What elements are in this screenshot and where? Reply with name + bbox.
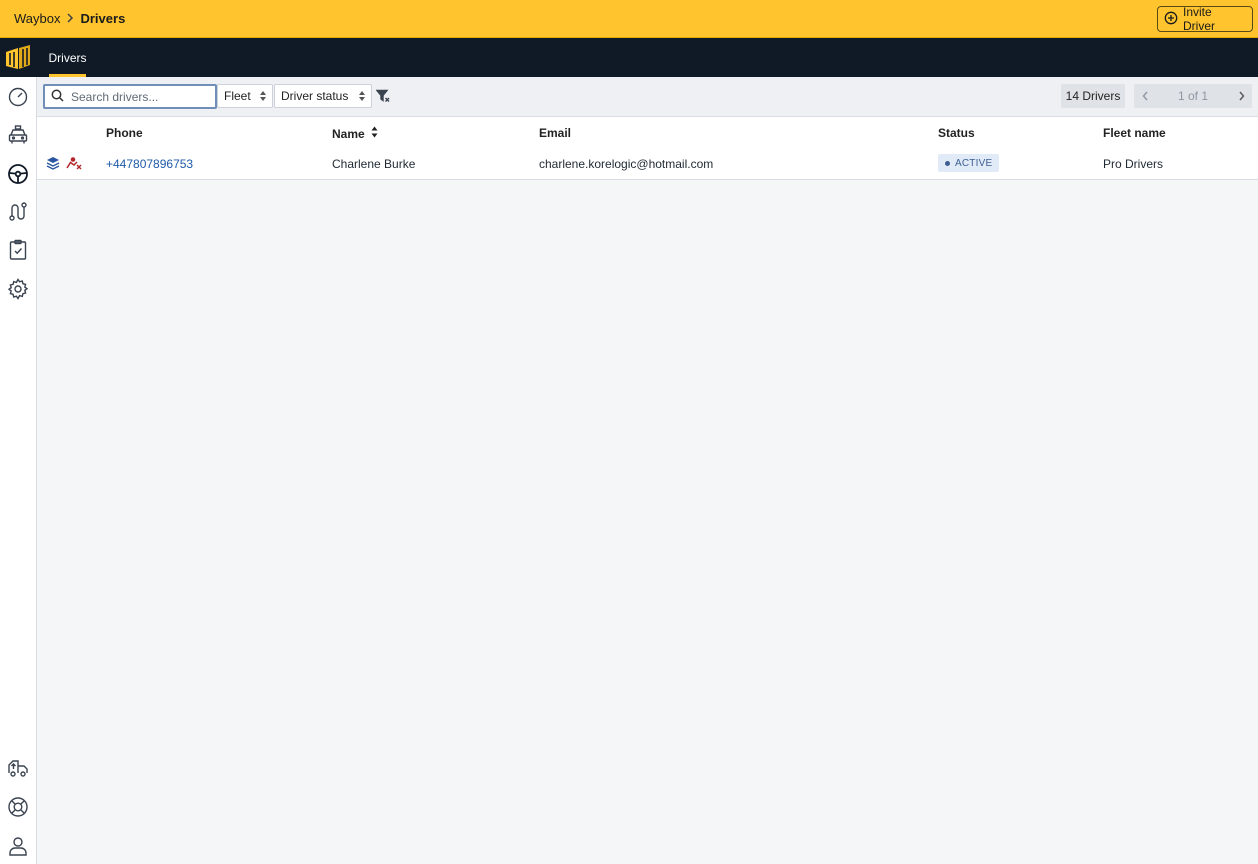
taxi-icon[interactable]: [6, 123, 30, 147]
status-label: ACTIVE: [955, 157, 993, 169]
nav-bar: Drivers: [0, 38, 1258, 77]
column-header-phone: Phone: [106, 126, 143, 140]
column-header-email: Email: [539, 126, 572, 140]
plus-circle-icon: [1164, 11, 1178, 28]
tab-drivers[interactable]: Drivers: [49, 38, 87, 77]
column-header-name[interactable]: Name: [332, 126, 378, 141]
sort-icon[interactable]: [371, 126, 378, 141]
truck-upload-icon[interactable]: [6, 756, 30, 780]
steering-wheel-icon[interactable]: [6, 162, 30, 186]
chevron-right-icon: [66, 12, 74, 26]
filter-toolbar: Fleet Driver status 14 Drivers 1 of 1: [37, 77, 1258, 117]
top-header-bar: Waybox Drivers Invite Driver: [0, 0, 1258, 38]
table-row[interactable]: +447807896753 Charlene Burke charlene.ko…: [37, 149, 1258, 180]
chevron-up-down-icon: [358, 89, 366, 106]
pagination: 1 of 1: [1134, 84, 1252, 108]
chevron-left-icon[interactable]: [1134, 84, 1156, 108]
driver-status-select[interactable]: Driver status: [274, 84, 372, 108]
column-header-fleet-name: Fleet name: [1103, 126, 1166, 140]
breadcrumb: Waybox Drivers: [14, 11, 125, 26]
route-icon[interactable]: [6, 200, 30, 224]
status-badge: ACTIVE: [938, 154, 1000, 172]
search-input[interactable]: [69, 88, 213, 105]
driver-status-select-label: Driver status: [281, 89, 349, 103]
chevron-right-icon[interactable]: [1230, 84, 1252, 108]
dashboard-gauge-icon[interactable]: [6, 85, 30, 109]
invite-driver-label: Invite Driver: [1183, 5, 1215, 33]
driver-phone-link[interactable]: +447807896753: [106, 157, 193, 171]
driver-fleet-name: Pro Drivers: [1103, 157, 1164, 171]
settings-gear-icon[interactable]: [6, 277, 30, 301]
layers-icon[interactable]: [46, 156, 60, 173]
driver-email: charlene.korelogic@hotmail.com: [539, 157, 714, 171]
column-header-status: Status: [938, 126, 975, 140]
waybox-logo-icon[interactable]: [4, 43, 32, 71]
search-icon: [45, 89, 64, 105]
chevron-up-down-icon: [259, 89, 267, 106]
drivers-table: Phone Name Email Status Fleet name +4478…: [37, 117, 1258, 180]
driver-name: Charlene Burke: [332, 157, 416, 171]
table-header: Phone Name Email Status Fleet name: [37, 117, 1258, 149]
support-lifebuoy-icon[interactable]: [6, 795, 30, 819]
clear-filters-icon[interactable]: [375, 89, 390, 106]
user-account-icon[interactable]: [6, 834, 30, 858]
fleet-select[interactable]: Fleet: [217, 84, 273, 108]
driver-count-badge: 14 Drivers: [1061, 84, 1125, 108]
status-dot-icon: [945, 160, 950, 166]
fleet-select-label: Fleet: [224, 89, 251, 103]
breadcrumb-root-link[interactable]: Waybox: [14, 11, 60, 26]
clipboard-check-icon[interactable]: [6, 238, 30, 262]
search-box[interactable]: [43, 84, 217, 109]
invite-driver-button[interactable]: Invite Driver: [1157, 5, 1253, 33]
breadcrumb-current: Drivers: [80, 11, 126, 26]
user-route-icon[interactable]: [66, 156, 82, 173]
sidebar: [0, 77, 37, 864]
page-indicator: 1 of 1: [1177, 89, 1209, 103]
